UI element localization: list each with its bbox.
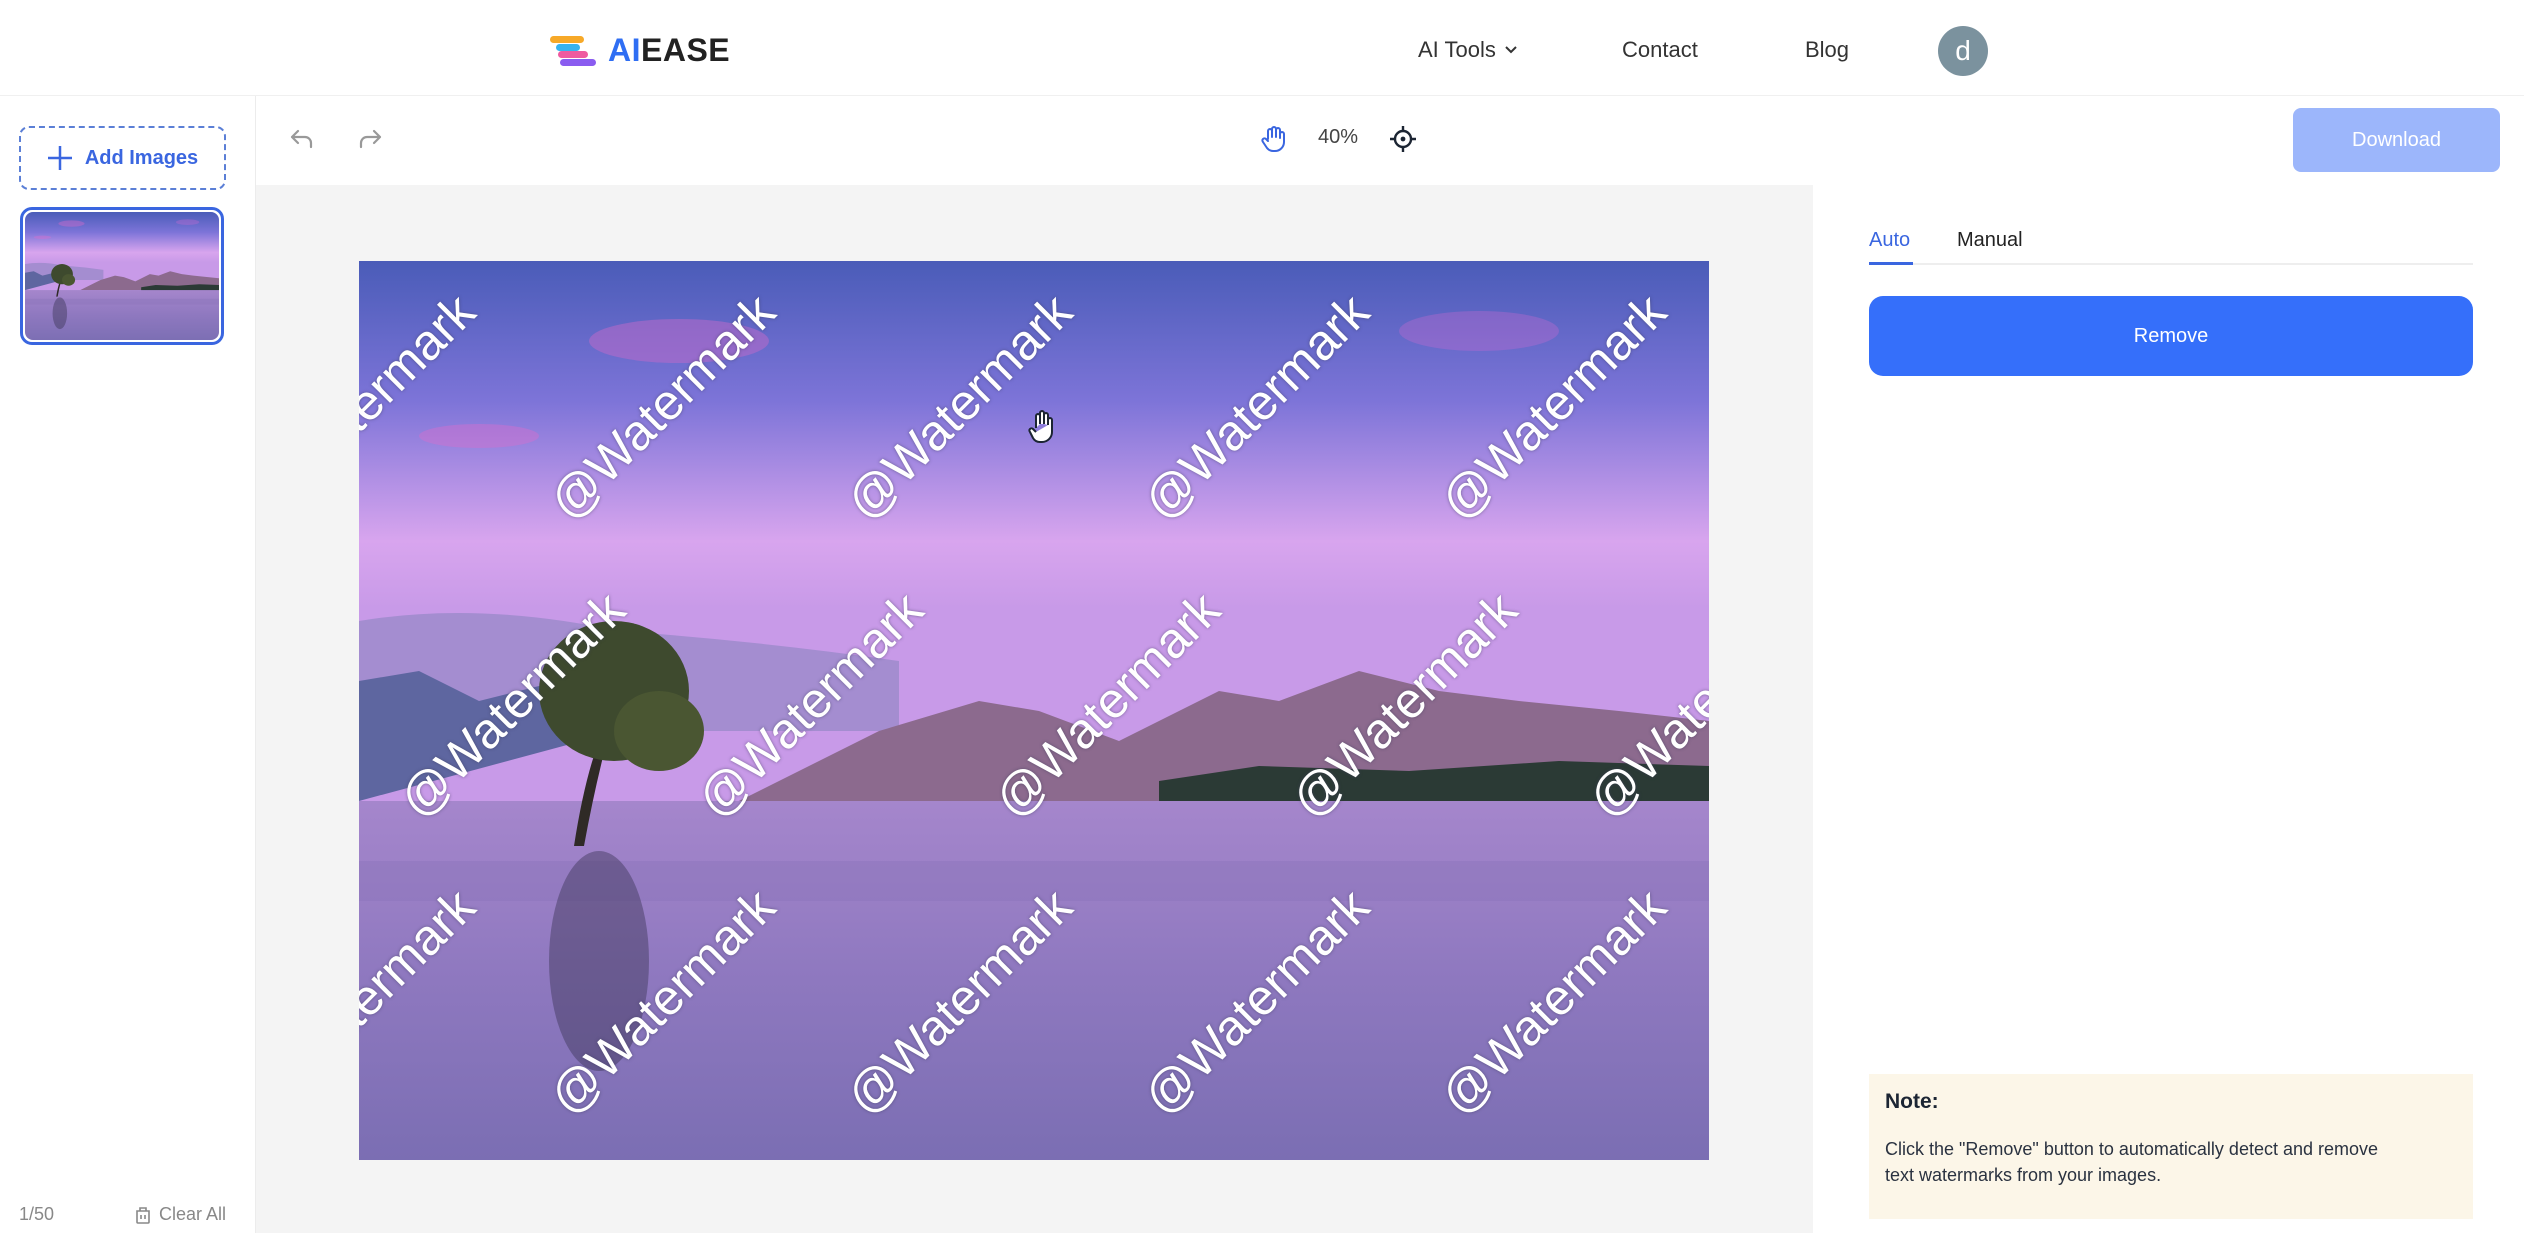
trash-icon (136, 1206, 150, 1224)
hand-icon (1261, 126, 1285, 152)
crosshair-icon (1390, 126, 1416, 152)
avatar[interactable]: d (1938, 26, 1988, 76)
nav-contact-label: Contact (1622, 37, 1698, 62)
nav-ai-tools[interactable]: AI Tools (1418, 37, 1518, 63)
add-images-button[interactable]: Add Images (19, 126, 226, 190)
thumbnail-image (25, 212, 219, 340)
nav-blog[interactable]: Blog (1805, 37, 1849, 63)
image-sidebar: Add Images 1/50 Clear All (0, 96, 256, 1233)
settings-panel: Auto Manual Remove Note: Click the "Remo… (1813, 185, 2524, 1233)
hand-cursor-icon (1028, 410, 1053, 444)
editor-toolbar: 40% Download (256, 96, 2524, 185)
nav-blog-label: Blog (1805, 37, 1850, 62)
remove-button[interactable]: Remove (1869, 296, 2473, 376)
image-thumbnail[interactable] (20, 207, 224, 345)
nav-contact[interactable]: Contact (1622, 37, 1698, 63)
logo-icon (550, 34, 598, 66)
logo-text: AIEASE (608, 32, 730, 69)
recenter-button[interactable] (1387, 123, 1419, 155)
plus-icon (47, 146, 72, 170)
active-tab-indicator (1869, 262, 1913, 265)
tab-auto[interactable]: Auto (1869, 229, 1910, 252)
zoom-level: 40% (1318, 126, 1359, 148)
download-button[interactable]: Download (2293, 108, 2500, 172)
editor-canvas[interactable]: @Watermark @Watermark @Watermark @Watermark… (256, 185, 1813, 1233)
logo-text-ease: EASE (641, 31, 731, 68)
chevron-down-icon (1505, 46, 1517, 54)
mode-tabs: Auto Manual (1869, 215, 2473, 265)
top-nav: AIEASE AI Tools Contact Blog d (0, 0, 2524, 96)
tab-manual-label: Manual (1957, 229, 2023, 251)
undo-icon (290, 129, 313, 149)
undo-button[interactable] (286, 123, 318, 155)
tab-auto-label: Auto (1869, 229, 1911, 251)
tab-manual[interactable]: Manual (1957, 229, 2023, 252)
note-box: Note: Click the "Remove" button to autom… (1869, 1074, 2473, 1219)
edited-image[interactable]: @Watermark @Watermark @Watermark @Watermark… (359, 261, 1709, 1160)
logo-text-ai: AI (608, 31, 641, 68)
note-title: Note: (1885, 1090, 1939, 1113)
sidebar-footer: 1/50 Clear All (19, 1204, 226, 1225)
download-label: Download (2352, 128, 2441, 151)
redo-icon (359, 129, 382, 149)
avatar-initial: d (1955, 35, 1971, 66)
pan-tool-button[interactable] (1258, 123, 1290, 155)
image-count: 1/50 (19, 1204, 55, 1224)
redo-button[interactable] (354, 123, 386, 155)
remove-label: Remove (2133, 324, 2209, 347)
add-images-label: Add Images (84, 146, 199, 169)
clear-all-label: Clear All (158, 1204, 226, 1224)
note-text: Click the "Remove" button to automatical… (1885, 1139, 2379, 1185)
clear-all-button[interactable]: Clear All (135, 1204, 226, 1225)
nav-ai-tools-label: AI Tools (1418, 37, 1496, 62)
logo[interactable]: AIEASE (550, 30, 730, 70)
